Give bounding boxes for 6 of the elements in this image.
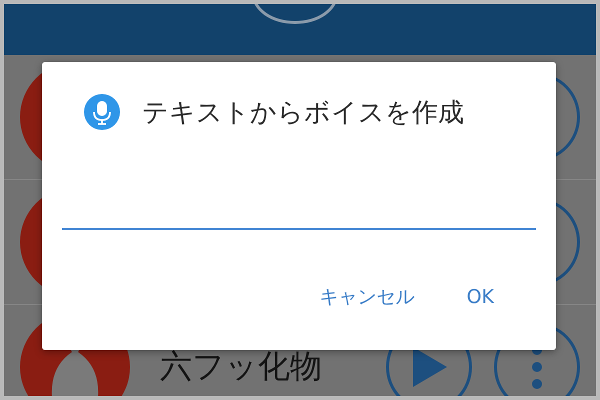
dialog-title: テキストからボイスを作成: [142, 96, 464, 130]
row-title: 六フッ化物: [160, 346, 323, 387]
play-icon: [411, 347, 447, 387]
microphone-icon: [84, 94, 120, 130]
dialog-button[interactable]: キャンセル: [314, 280, 421, 314]
dialog-button[interactable]: OK: [460, 280, 500, 314]
